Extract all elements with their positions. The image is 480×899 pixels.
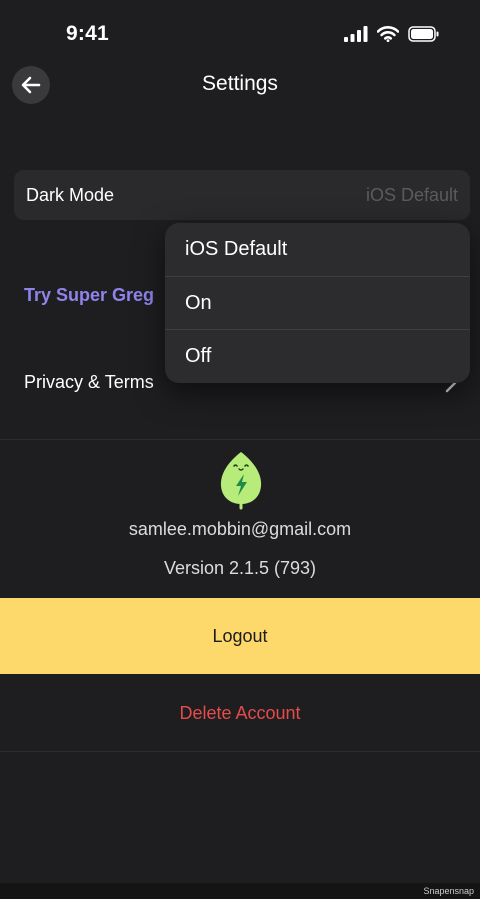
app-version: Version 2.1.5 (793) xyxy=(163,558,317,578)
try-super-greg-link[interactable]: Try Super Greg xyxy=(24,285,154,306)
dark-mode-label: Dark Mode xyxy=(26,184,115,205)
menu-option-ios-default[interactable]: iOS Default xyxy=(165,223,470,276)
account-email: samlee.mobbin@gmail.com xyxy=(128,519,352,539)
wifi-icon xyxy=(377,26,399,42)
footer-strip xyxy=(0,883,480,899)
delete-account-button[interactable]: Delete Account xyxy=(0,676,480,751)
privacy-terms-link[interactable]: Privacy & Terms xyxy=(24,372,154,393)
section-divider xyxy=(0,751,480,752)
dark-mode-value: iOS Default xyxy=(365,184,458,205)
cellular-signal-icon xyxy=(344,26,368,42)
dark-mode-menu: iOS Default On Off xyxy=(165,223,470,383)
section-divider xyxy=(0,439,480,440)
status-icons xyxy=(344,26,440,42)
page-title: Settings xyxy=(202,72,278,95)
watermark-text: Snapensnap xyxy=(423,886,474,896)
menu-option-off[interactable]: Off xyxy=(165,329,470,382)
leaf-mascot-icon xyxy=(220,452,262,510)
logout-button[interactable]: Logout xyxy=(0,598,480,674)
battery-icon xyxy=(408,26,439,42)
dark-mode-row[interactable]: Dark Mode iOS Default xyxy=(14,170,470,220)
status-time: 9:41 xyxy=(66,22,109,45)
menu-option-on[interactable]: On xyxy=(165,276,470,329)
